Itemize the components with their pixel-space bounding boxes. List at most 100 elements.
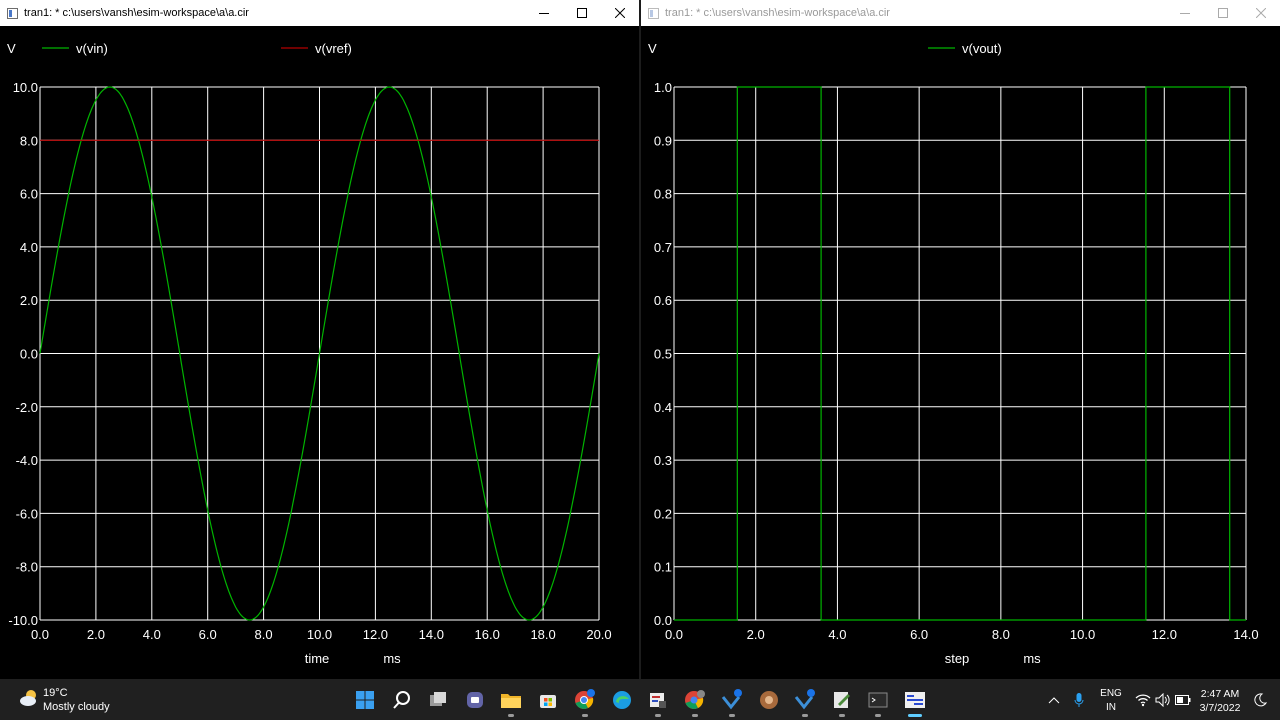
esim-icon-2 — [794, 689, 815, 710]
x-axis-label: time — [305, 651, 330, 666]
partly-cloudy-icon — [20, 690, 36, 706]
esim-icon — [721, 689, 742, 710]
terminal-button[interactable] — [865, 687, 891, 717]
search-button[interactable] — [389, 687, 415, 713]
moon-icon — [1254, 693, 1267, 707]
microphone-button[interactable] — [1068, 687, 1090, 713]
x-tick-label: 2.0 — [747, 627, 765, 642]
language-indicator[interactable]: ENG — [1096, 688, 1126, 699]
y-axis-label: V — [7, 41, 16, 56]
chrome-profile-icon — [685, 690, 705, 709]
weather-description: Mostly cloudy — [43, 701, 110, 713]
chrome-icon — [575, 689, 595, 709]
x-tick-label: 8.0 — [255, 627, 273, 642]
esim-button-2[interactable] — [792, 687, 818, 717]
volume-button[interactable] — [1152, 687, 1174, 713]
window-title: tran1: * c:\users\vansh\esim-workspace\a… — [24, 7, 249, 19]
chrome-profile-button[interactable] — [682, 687, 708, 717]
maximize-icon — [577, 8, 587, 18]
plot-window-vout[interactable]: tran1: * c:\users\vansh\esim-workspace\a… — [641, 0, 1280, 679]
plot-window-vin-vref[interactable]: tran1: * c:\users\vansh\esim-workspace\a… — [0, 0, 639, 679]
region-indicator: IN — [1106, 702, 1116, 713]
x-tick-label: 14.0 — [419, 627, 444, 642]
x-axis-unit: ms — [383, 651, 401, 666]
y-tick-label: 6.0 — [20, 187, 38, 202]
maximize-button[interactable] — [1204, 0, 1242, 26]
close-icon — [1256, 8, 1266, 18]
x-tick-label: 16.0 — [475, 627, 500, 642]
editor-button[interactable] — [829, 687, 855, 717]
app-icon — [648, 7, 659, 19]
file-explorer-button[interactable] — [498, 687, 524, 717]
esim-button[interactable] — [719, 687, 745, 717]
y-tick-label: 4.0 — [20, 240, 38, 255]
x-tick-label: 10.0 — [1070, 627, 1095, 642]
show-hidden-icons-button[interactable] — [1043, 687, 1065, 713]
x-axis-label: step — [945, 651, 970, 666]
x-tick-label: 18.0 — [530, 627, 555, 642]
y-tick-label: 0.1 — [654, 560, 672, 575]
y-tick-label: -2.0 — [16, 400, 38, 415]
start-icon — [356, 691, 374, 709]
y-tick-label: -10.0 — [8, 613, 38, 628]
title-bar[interactable]: tran1: * c:\users\vansh\esim-workspace\a… — [641, 0, 1280, 26]
y-tick-label: 0.2 — [654, 506, 672, 521]
chat-button[interactable] — [462, 687, 488, 713]
x-tick-label: 8.0 — [992, 627, 1010, 642]
legend-label: v(vout) — [962, 41, 1002, 56]
title-bar[interactable]: tran1: * c:\users\vansh\esim-workspace\a… — [0, 0, 639, 26]
x-axis-unit: ms — [1023, 651, 1041, 666]
ngspice-plot-button[interactable] — [902, 687, 928, 717]
task-view-button[interactable] — [425, 687, 451, 713]
y-tick-label: 0.6 — [654, 293, 672, 308]
notifications-button[interactable] — [1250, 687, 1270, 713]
x-tick-label: 0.0 — [31, 627, 49, 642]
maximize-button[interactable] — [563, 0, 601, 26]
x-tick-label: 0.0 — [665, 627, 683, 642]
x-tick-label: 4.0 — [143, 627, 161, 642]
legend-label: v(vin) — [76, 41, 108, 56]
wifi-button[interactable] — [1132, 687, 1154, 713]
chevron-up-icon — [1048, 697, 1060, 704]
y-tick-label: 1.0 — [654, 80, 672, 95]
store-button[interactable] — [535, 687, 561, 713]
y-tick-label: 0.9 — [654, 133, 672, 148]
y-tick-label: 2.0 — [20, 293, 38, 308]
app-icon — [7, 7, 18, 19]
minimize-icon — [1180, 13, 1190, 14]
close-button[interactable] — [601, 0, 639, 26]
file-explorer-icon — [501, 694, 521, 708]
y-tick-label: 0.7 — [654, 240, 672, 255]
y-tick-label: 0.0 — [20, 347, 38, 362]
y-tick-label: -8.0 — [16, 560, 38, 575]
weather-temperature: 19°C — [43, 687, 68, 699]
transient-plot-vout[interactable]: 0.0 2.0 4.0 6.0 8.0 10.0 12.0 14.0 1.0 0.9 0.8 0.7 0… — [641, 26, 1280, 679]
start-button[interactable] — [352, 687, 378, 713]
microphone-icon — [1074, 693, 1084, 707]
window-title: tran1: * c:\users\vansh\esim-workspace\a… — [665, 7, 890, 19]
minimize-button[interactable] — [1166, 0, 1204, 26]
store-icon — [540, 695, 556, 708]
x-tick-label: 12.0 — [1152, 627, 1177, 642]
terminal-icon — [868, 692, 888, 708]
close-button[interactable] — [1242, 0, 1280, 26]
close-icon — [615, 8, 625, 18]
wifi-icon — [1135, 694, 1151, 707]
ngspice-app-button[interactable] — [645, 687, 671, 717]
y-tick-label: 8.0 — [20, 133, 38, 148]
circle-app-button[interactable] — [756, 687, 782, 713]
battery-button[interactable] — [1172, 687, 1194, 713]
clock-time[interactable]: 2:47 AM — [1196, 688, 1244, 700]
y-tick-label: 0.5 — [654, 347, 672, 362]
transient-plot-vin[interactable]: 0.0 2.0 4.0 6.0 8.0 10.0 12.0 14.0 16.0 18.0 20.0 1… — [0, 26, 639, 679]
edge-button[interactable] — [609, 687, 635, 713]
chrome-button[interactable] — [572, 687, 598, 717]
circle-app-icon — [760, 691, 778, 709]
y-tick-label: -6.0 — [16, 506, 38, 521]
minimize-button[interactable] — [525, 0, 563, 26]
legend-label: v(vref) — [315, 41, 352, 56]
task-view-icon — [430, 692, 446, 706]
x-tick-label: 12.0 — [363, 627, 388, 642]
y-tick-label: -4.0 — [16, 453, 38, 468]
x-tick-label: 20.0 — [586, 627, 611, 642]
